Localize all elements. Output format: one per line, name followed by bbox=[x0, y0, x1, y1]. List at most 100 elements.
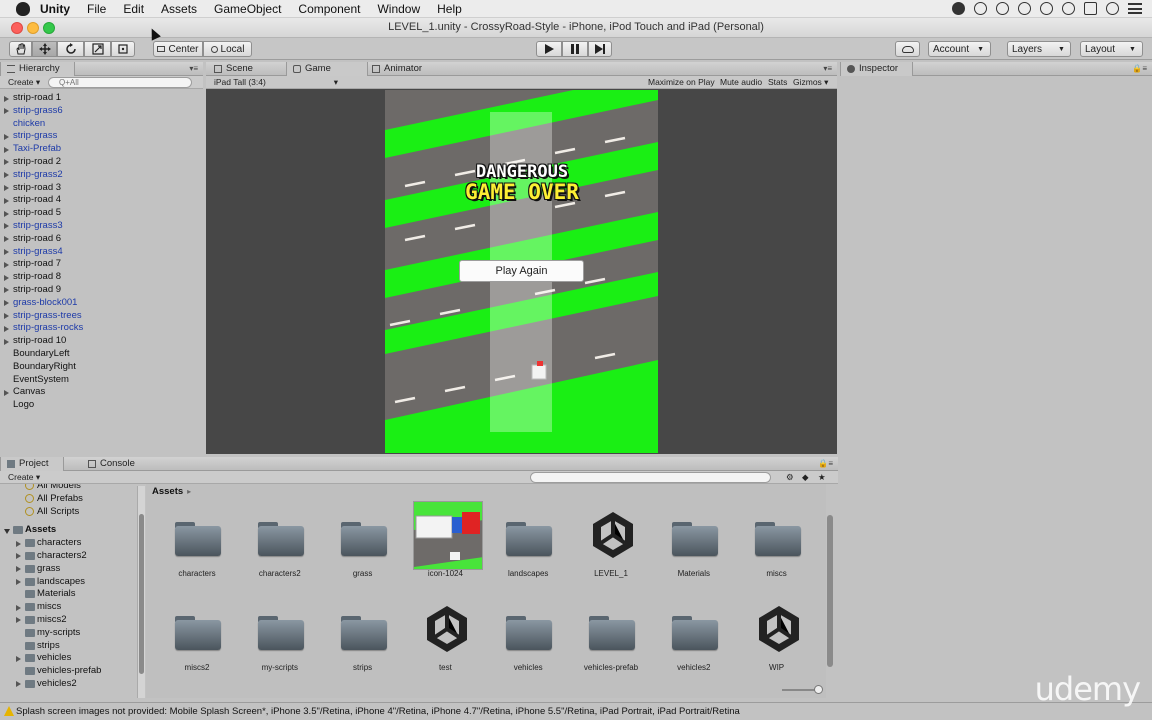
tree-item-folder[interactable]: characters2 bbox=[0, 550, 137, 563]
expand-arrow-icon[interactable] bbox=[4, 185, 9, 192]
asset-item[interactable]: WIP bbox=[736, 594, 818, 676]
hierarchy-search-input[interactable] bbox=[48, 77, 192, 88]
scrollbar-thumb[interactable] bbox=[827, 515, 833, 667]
asset-item[interactable]: icon-1024 bbox=[404, 500, 486, 582]
expand-arrow-icon[interactable] bbox=[4, 172, 9, 179]
expand-arrow-icon[interactable] bbox=[16, 566, 21, 573]
tree-item-folder[interactable]: vehicles bbox=[0, 652, 137, 665]
status-message[interactable]: Splash screen images not provided: Mobil… bbox=[16, 703, 740, 720]
expand-arrow-icon[interactable] bbox=[16, 553, 21, 560]
rotate-tool-button[interactable] bbox=[57, 41, 84, 57]
expand-arrow-icon[interactable] bbox=[4, 108, 9, 115]
wifi-icon[interactable] bbox=[1040, 2, 1053, 15]
notification-center-icon[interactable] bbox=[1128, 3, 1142, 14]
hierarchy-item[interactable]: strip-road 7 bbox=[0, 258, 83, 271]
expand-arrow-icon[interactable] bbox=[16, 617, 21, 624]
hierarchy-item[interactable]: Logo bbox=[0, 399, 83, 412]
expand-arrow-icon[interactable] bbox=[4, 300, 9, 307]
expand-arrow-icon[interactable] bbox=[4, 133, 9, 140]
hand-tool-button[interactable] bbox=[9, 41, 32, 57]
maximize-on-play-toggle[interactable]: Maximize on Play bbox=[648, 77, 715, 88]
expand-arrow-icon[interactable] bbox=[4, 249, 9, 256]
filter-by-type-icon[interactable]: ⚙ bbox=[786, 472, 794, 483]
hierarchy-item[interactable]: strip-road 2 bbox=[0, 156, 83, 169]
asset-item[interactable]: vehicles-prefab bbox=[570, 594, 652, 676]
slider-knob[interactable] bbox=[814, 685, 823, 694]
expand-arrow-icon[interactable] bbox=[4, 274, 9, 281]
expand-arrow-icon[interactable] bbox=[16, 540, 21, 547]
tree-item-folder[interactable]: strips bbox=[0, 640, 137, 653]
hierarchy-item[interactable]: grass-block001 bbox=[0, 297, 83, 310]
hierarchy-item[interactable]: Canvas bbox=[0, 386, 83, 399]
hierarchy-item[interactable]: strip-grass-rocks bbox=[0, 322, 83, 335]
gizmos-dropdown[interactable]: Gizmos ▾ bbox=[793, 77, 828, 88]
tree-item-folder[interactable]: grass bbox=[0, 563, 137, 576]
project-create-button[interactable]: Create ▾ bbox=[8, 472, 40, 483]
tree-item-folder[interactable]: landscapes bbox=[0, 576, 137, 589]
tree-item-folder[interactable]: Materials bbox=[0, 588, 137, 601]
expand-arrow-icon[interactable] bbox=[4, 261, 9, 268]
move-tool-button[interactable] bbox=[32, 41, 57, 57]
icon-size-slider[interactable] bbox=[782, 685, 823, 694]
hierarchy-item[interactable]: strip-road 6 bbox=[0, 233, 83, 246]
hierarchy-item[interactable]: strip-grass3 bbox=[0, 220, 83, 233]
menu-window[interactable]: Window bbox=[377, 2, 420, 16]
expand-arrow-icon[interactable] bbox=[16, 579, 21, 586]
pivot-center-toggle[interactable]: Center bbox=[153, 41, 203, 57]
step-button[interactable] bbox=[588, 41, 612, 57]
scrollbar-thumb[interactable] bbox=[139, 514, 144, 674]
tree-item-folder[interactable]: my-scripts bbox=[0, 627, 137, 640]
game-canvas[interactable]: DANGEROUS GAME OVER Play Again bbox=[385, 90, 658, 453]
expand-arrow-icon[interactable] bbox=[4, 223, 9, 230]
scale-tool-button[interactable] bbox=[84, 41, 111, 57]
volume-icon[interactable] bbox=[1062, 2, 1075, 15]
tab-scene[interactable]: Scene bbox=[208, 62, 267, 76]
menu-assets[interactable]: Assets bbox=[161, 2, 197, 16]
asset-item[interactable]: miscs bbox=[736, 500, 818, 582]
hierarchy-item[interactable]: strip-grass-trees bbox=[0, 310, 83, 323]
apple-icon[interactable] bbox=[16, 1, 30, 16]
hierarchy-item[interactable]: BoundaryLeft bbox=[0, 348, 83, 361]
tab-animator[interactable]: Animator bbox=[366, 62, 436, 76]
hierarchy-item[interactable]: strip-grass bbox=[0, 130, 83, 143]
layout-dropdown[interactable]: Layout ▼ bbox=[1080, 41, 1143, 57]
breadcrumb[interactable]: Assets ▸ bbox=[152, 486, 191, 497]
hierarchy-item[interactable]: strip-road 1 bbox=[0, 92, 83, 105]
tree-item-folder[interactable]: miscs bbox=[0, 601, 137, 614]
play-button[interactable] bbox=[536, 41, 562, 57]
bluetooth-icon[interactable] bbox=[1018, 2, 1031, 15]
hierarchy-item[interactable]: chicken bbox=[0, 118, 83, 131]
favorite-search-item[interactable]: All Models bbox=[0, 484, 137, 493]
rect-tool-button[interactable] bbox=[111, 41, 135, 57]
tree-item-folder[interactable]: characters bbox=[0, 537, 137, 550]
tab-hierarchy[interactable]: Hierarchy bbox=[0, 62, 75, 76]
hierarchy-item[interactable]: strip-grass4 bbox=[0, 246, 83, 259]
battery-icon[interactable] bbox=[1084, 2, 1097, 15]
pause-button[interactable] bbox=[562, 41, 588, 57]
tab-inspector[interactable]: Inspector bbox=[840, 62, 914, 76]
panel-options-icon[interactable]: 🔒≡ bbox=[1132, 64, 1147, 73]
expand-arrow-icon[interactable] bbox=[4, 529, 10, 535]
tree-item-folder[interactable]: vehicles2 bbox=[0, 678, 137, 691]
tree-item-folder[interactable]: miscs2 bbox=[0, 614, 137, 627]
breadcrumb-assets[interactable]: Assets bbox=[152, 486, 183, 497]
record-icon[interactable] bbox=[952, 2, 965, 15]
panel-options-icon[interactable]: ▾≡ bbox=[823, 64, 832, 73]
expand-arrow-icon[interactable] bbox=[16, 655, 21, 662]
tab-game[interactable]: Game bbox=[286, 62, 368, 76]
favorite-search-item[interactable]: All Scripts bbox=[0, 506, 137, 519]
play-again-button[interactable]: Play Again bbox=[459, 260, 584, 282]
mute-audio-toggle[interactable]: Mute audio bbox=[720, 77, 762, 88]
menu-edit[interactable]: Edit bbox=[123, 2, 144, 16]
unity-collab-icon[interactable] bbox=[974, 2, 987, 15]
expand-arrow-icon[interactable] bbox=[16, 604, 21, 611]
tree-item-folder[interactable]: vehicles-prefab bbox=[0, 665, 137, 678]
hierarchy-item[interactable]: strip-road 9 bbox=[0, 284, 83, 297]
folder-tree-scrollbar[interactable] bbox=[137, 486, 145, 698]
menu-file[interactable]: File bbox=[87, 2, 106, 16]
time-machine-icon[interactable] bbox=[996, 2, 1009, 15]
asset-item[interactable]: my-scripts bbox=[239, 594, 321, 676]
expand-arrow-icon[interactable] bbox=[4, 210, 9, 217]
menu-help[interactable]: Help bbox=[437, 2, 462, 16]
expand-arrow-icon[interactable] bbox=[16, 681, 21, 688]
